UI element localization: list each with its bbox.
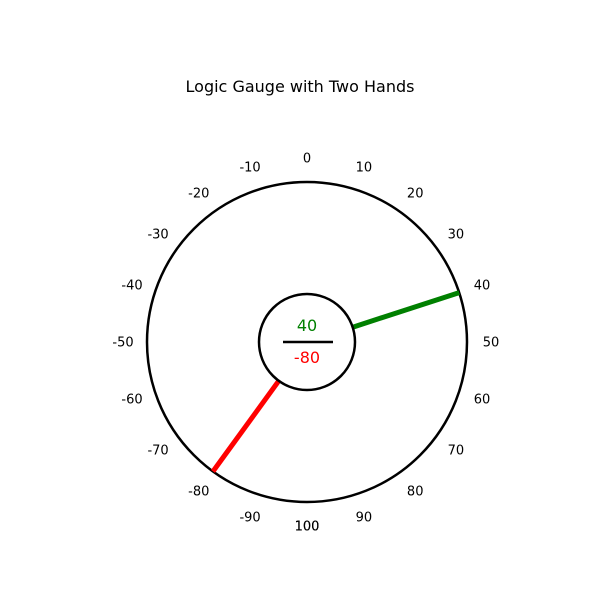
tick-label: 70	[448, 444, 465, 459]
gauge-hand-2	[210, 379, 281, 473]
tick-label: -60	[121, 392, 142, 407]
tick-label: 60	[474, 392, 491, 407]
readout-hand-2-value: -80	[294, 348, 320, 367]
tick-label: 0	[303, 152, 311, 167]
tick-label: -20	[188, 187, 209, 202]
gauge-hand-1	[351, 290, 460, 330]
tick-label: -90	[239, 511, 260, 526]
tick-label: -30	[147, 227, 168, 242]
tick-label: 80	[407, 484, 424, 499]
tick-label: 50	[483, 336, 500, 351]
gauge-chart: 0 10 20 30 40 50 60 70 80 90 100 -10 -20 -30 -40 -50 -60…	[112, 152, 500, 535]
tick-label: 40	[474, 279, 491, 294]
tick-label: 10	[356, 161, 373, 176]
tick-label: 30	[448, 227, 465, 242]
readout-hand-1-value: 40	[297, 316, 317, 335]
tick-label: 20	[407, 187, 424, 202]
tick-label: -40	[121, 279, 142, 294]
tick-label: -80	[188, 484, 209, 499]
tick-label: 90	[356, 511, 373, 526]
tick-label: -10	[239, 161, 260, 176]
tick-label: 100	[295, 520, 320, 535]
tick-label: -70	[147, 444, 168, 459]
tick-label: -50	[112, 336, 133, 351]
